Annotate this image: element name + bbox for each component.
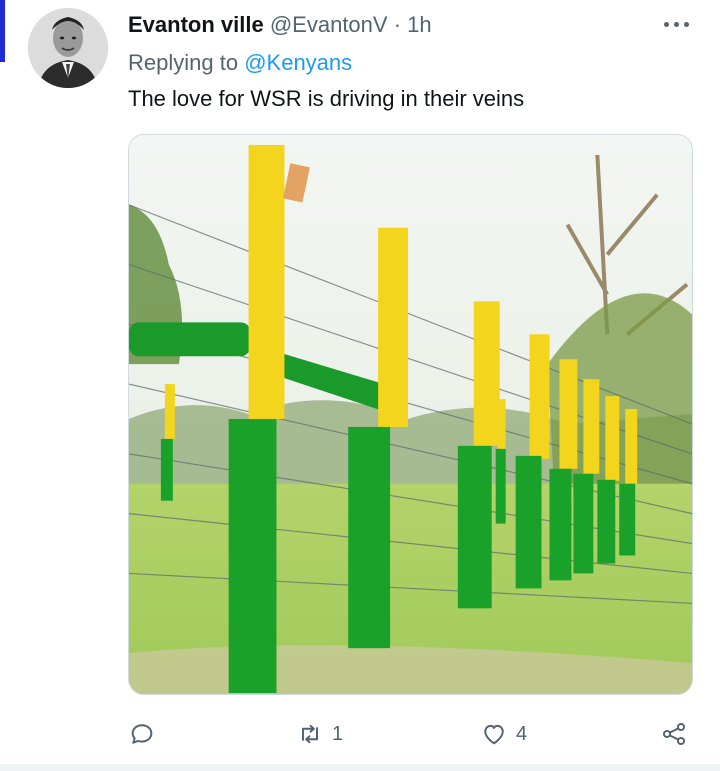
reply-button[interactable] bbox=[128, 716, 164, 752]
share-button[interactable] bbox=[660, 716, 688, 752]
heart-icon bbox=[484, 724, 504, 745]
replying-to-link[interactable]: @Kenyans bbox=[244, 50, 352, 75]
retweet-count: 1 bbox=[332, 722, 344, 745]
avatar-portrait-icon bbox=[28, 8, 108, 88]
retweet-icon bbox=[302, 724, 318, 744]
tweet-text: The love for WSR is driving in their vei… bbox=[128, 86, 525, 111]
header-separator: · bbox=[393, 12, 402, 37]
left-accent-bar bbox=[0, 0, 5, 62]
comment-icon bbox=[131, 724, 153, 744]
replying-to-line: Replying to @Kenyans bbox=[128, 50, 352, 76]
more-options-button[interactable] bbox=[662, 14, 692, 34]
tweet-photo[interactable] bbox=[128, 134, 693, 695]
like-count: 4 bbox=[516, 722, 528, 745]
bottom-divider bbox=[0, 764, 720, 771]
tweet-time[interactable]: 1h bbox=[407, 12, 431, 37]
like-button[interactable]: 4 bbox=[480, 716, 527, 752]
replying-to-label: Replying to bbox=[128, 50, 239, 75]
avatar[interactable] bbox=[28, 8, 108, 88]
user-handle[interactable]: @EvantonV bbox=[270, 12, 388, 37]
tweet-actions: 1 4 bbox=[128, 716, 693, 752]
retweet-button[interactable]: 1 bbox=[296, 716, 343, 752]
fence-photo-image bbox=[129, 135, 692, 694]
display-name[interactable]: Evanton ville bbox=[128, 12, 264, 37]
more-dots-icon bbox=[664, 22, 669, 27]
tweet-header: Evanton ville @EvantonV · 1h bbox=[128, 12, 432, 38]
share-icon bbox=[662, 722, 686, 746]
